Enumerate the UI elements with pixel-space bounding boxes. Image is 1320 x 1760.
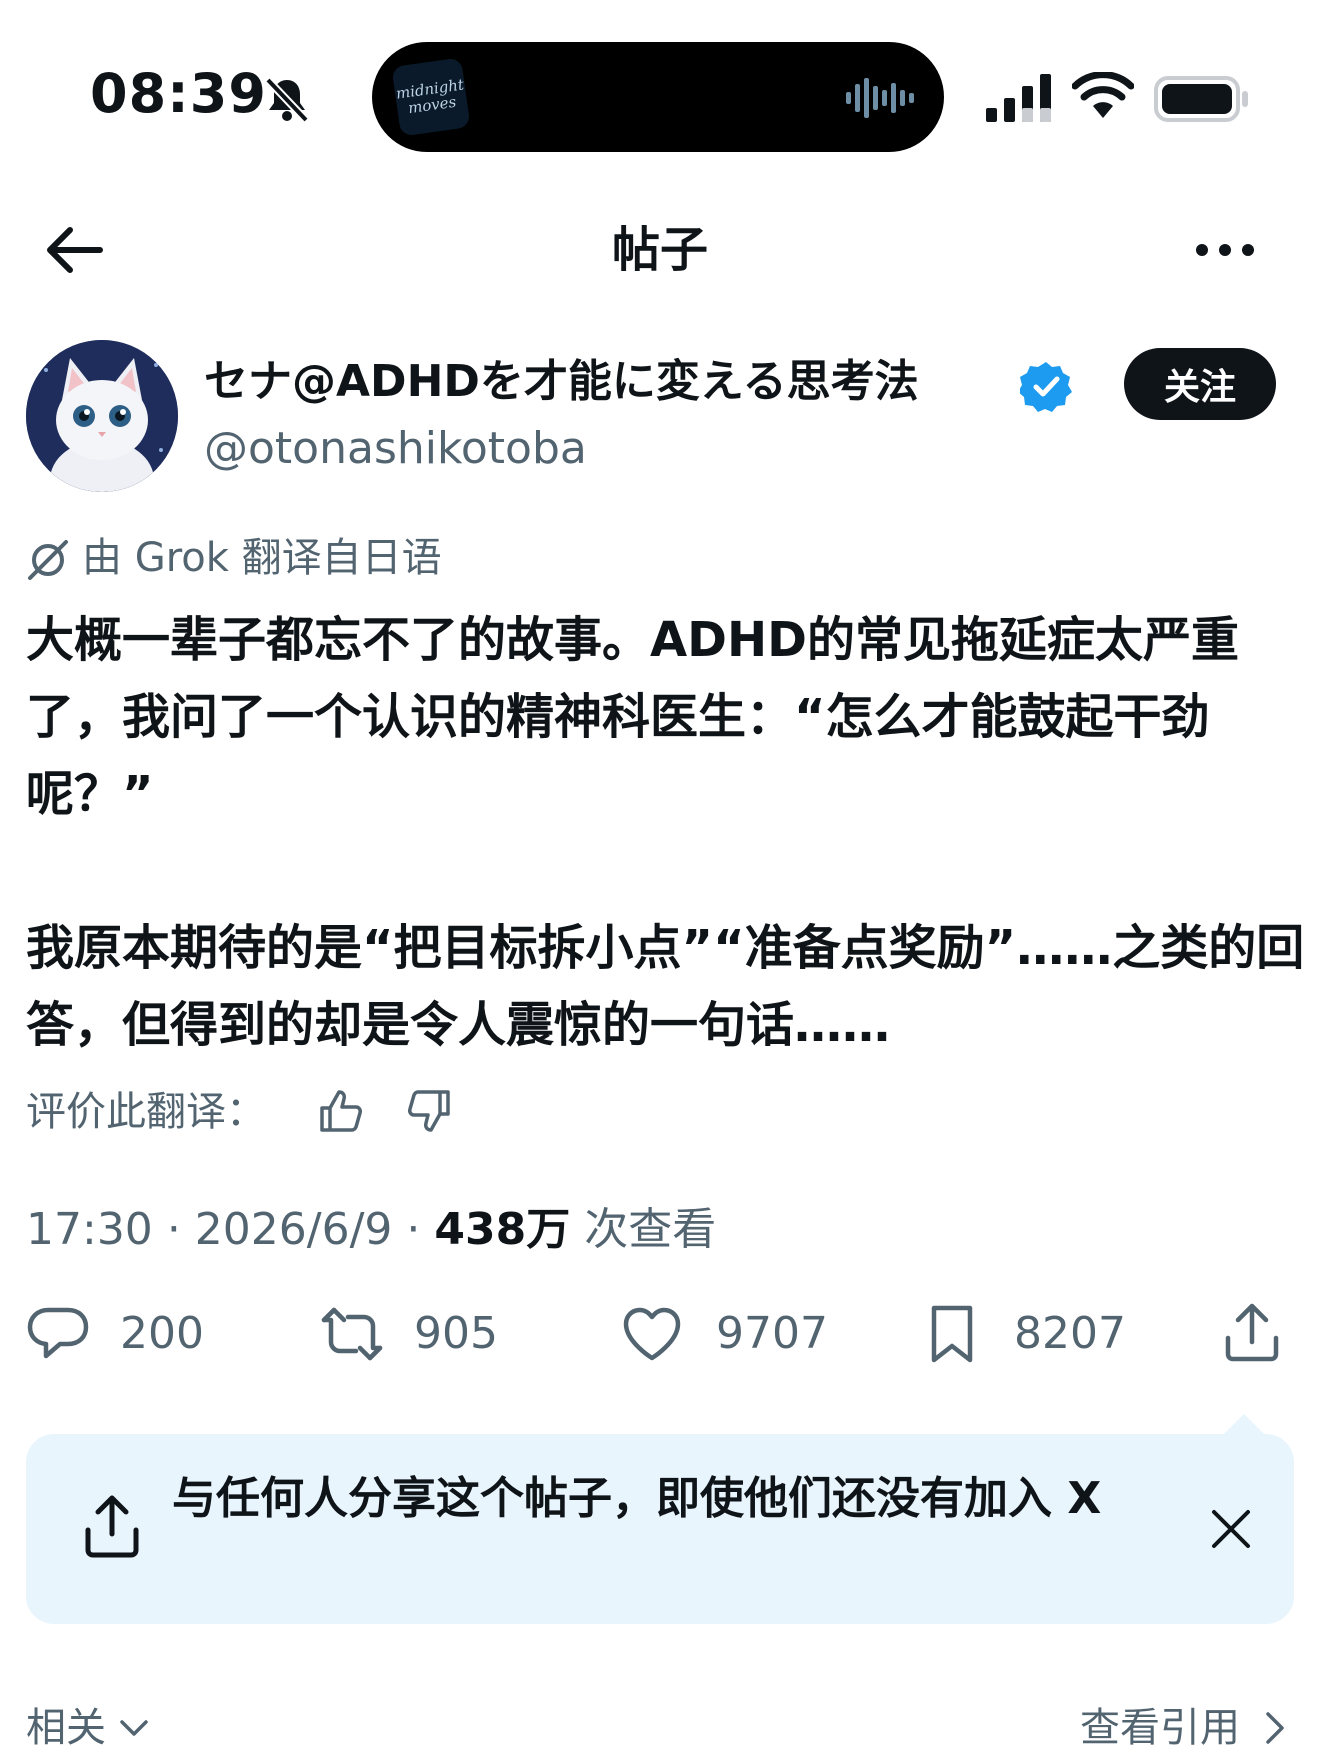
like-heart-icon[interactable]	[620, 1302, 684, 1366]
album-art: midnight moves	[391, 57, 471, 137]
thumbs-down-icon[interactable]	[404, 1086, 454, 1136]
post-paragraph: 我原本期待的是“把目标拆小点”“准备点奖励”……之类的回答，但得到的却是令人震惊…	[26, 920, 1305, 1053]
cat-avatar-image	[26, 340, 178, 492]
reply-icon[interactable]	[26, 1302, 90, 1366]
author-handle[interactable]: @otonashikotoba	[204, 420, 587, 478]
translated-by-label[interactable]: 由 Grok 翻译自日语	[82, 530, 442, 586]
related-tab[interactable]: 相关	[26, 1700, 106, 1756]
thumbs-up-icon[interactable]	[316, 1086, 366, 1136]
views-count: 438万	[434, 1204, 571, 1255]
post-date: 2026/6/9	[194, 1204, 393, 1255]
share-icon[interactable]	[1220, 1302, 1284, 1366]
post-meta: 17:30 · 2026/6/9 · 438万 次查看	[26, 1204, 717, 1255]
back-arrow-icon[interactable]	[42, 222, 106, 278]
bookmark-count[interactable]: 8207	[1014, 1304, 1126, 1364]
repost-icon[interactable]	[320, 1302, 384, 1366]
post-paragraph: 大概一辈子都忘不了的故事。ADHD的常见拖延症太严重了，我问了一个认识的精神科医…	[26, 612, 1240, 822]
reply-count[interactable]: 200	[120, 1304, 204, 1364]
banner-pointer	[1222, 1414, 1266, 1436]
share-icon	[85, 1495, 139, 1558]
chevron-down-icon[interactable]	[118, 1716, 150, 1740]
share-banner	[26, 1434, 1294, 1624]
rate-translation-label: 评价此翻译：	[26, 1089, 266, 1135]
views-label: 次查看	[584, 1204, 717, 1255]
more-options-icon[interactable]	[1190, 228, 1260, 272]
post-text: 大概一辈子都忘不了的故事。ADHD的常见拖延症太严重了，我问了一个认识的精神科医…	[26, 602, 1316, 1064]
like-count[interactable]: 9707	[716, 1304, 828, 1364]
share-banner-text[interactable]: 与任何人分享这个帖子，即使他们还没有加入 X	[172, 1470, 1152, 1528]
chevron-right-icon[interactable]	[1264, 1710, 1286, 1746]
verified-badge-icon[interactable]	[1020, 360, 1072, 412]
dynamic-island[interactable]: midnight moves	[372, 42, 944, 152]
grok-icon	[28, 540, 68, 580]
audio-waveform-icon	[846, 78, 914, 118]
bookmark-icon[interactable]	[920, 1302, 984, 1366]
avatar[interactable]	[26, 340, 178, 492]
page-title: 帖子	[611, 222, 708, 278]
bell-muted-icon	[265, 77, 309, 123]
battery-icon	[1154, 76, 1248, 122]
cellular-signal-icon	[986, 74, 1051, 122]
post-time: 17:30	[26, 1204, 153, 1255]
author-display-name[interactable]: セナ@ADHDを才能に変える思考法	[204, 352, 919, 412]
status-time: 08:39	[90, 62, 267, 125]
view-quotes-link[interactable]: 查看引用	[1080, 1700, 1240, 1756]
wifi-icon	[1072, 72, 1134, 118]
follow-button[interactable]: 关注	[1124, 348, 1276, 420]
repost-count[interactable]: 905	[414, 1304, 498, 1364]
close-icon[interactable]	[1208, 1506, 1254, 1552]
